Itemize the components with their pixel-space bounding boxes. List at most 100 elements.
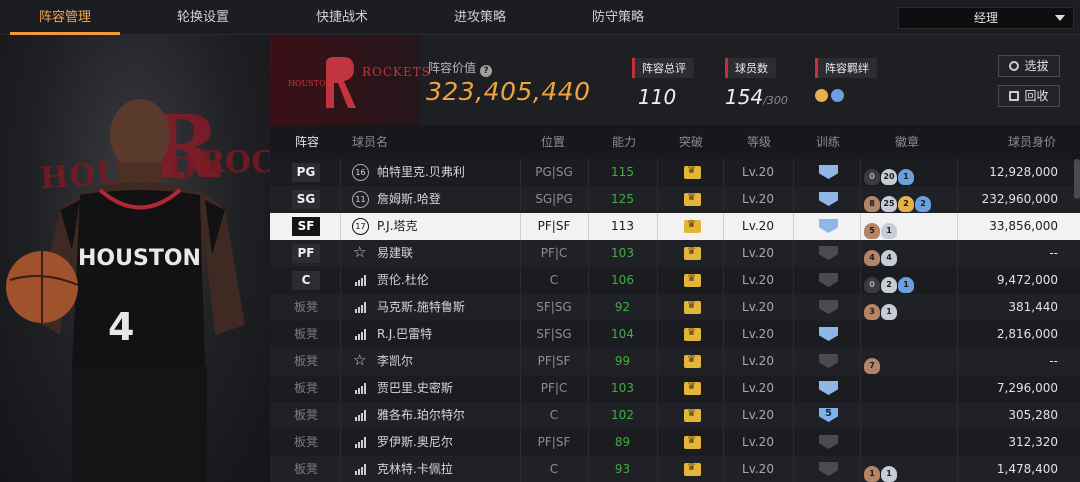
training-shield-icon[interactable] <box>819 300 838 314</box>
training-shield-icon[interactable] <box>819 273 838 287</box>
slot-position[interactable]: SF <box>292 217 320 236</box>
bond-gold-icon[interactable] <box>815 89 828 102</box>
badge-icon[interactable]: 7 <box>864 358 880 374</box>
training-shield-icon[interactable] <box>819 381 838 395</box>
training-shield-icon[interactable] <box>819 192 838 206</box>
crown-icon[interactable] <box>684 191 701 206</box>
col-level[interactable]: 等级 <box>747 125 771 159</box>
badge-icon[interactable]: 5 <box>864 223 880 239</box>
select-button-label: 选拔 <box>1024 59 1049 73</box>
crown-icon[interactable] <box>684 434 701 449</box>
player-level: Lv.20 <box>742 435 774 449</box>
table-row[interactable]: SG11詹姆斯.哈登SG|PG125Lv.2082522232,960,000 <box>270 186 1080 213</box>
crown-icon[interactable] <box>684 164 701 179</box>
badge-icon[interactable]: 25 <box>881 196 897 212</box>
training-shield-icon[interactable] <box>819 354 838 368</box>
col-name[interactable]: 球员名 <box>352 125 388 159</box>
table-row[interactable]: 板凳 马克斯.施特鲁斯 SF|SG 92 Lv.20 31 381,440 <box>270 294 1080 321</box>
badge-icon[interactable]: 2 <box>898 196 914 212</box>
select-button[interactable]: 选拔 <box>998 55 1060 77</box>
jersey-number-icon: 17 <box>352 218 369 235</box>
player-name: P.J.塔克 <box>377 219 418 233</box>
crown-icon[interactable] <box>684 461 701 476</box>
training-shield-icon[interactable] <box>819 327 838 341</box>
bond-blue-icon[interactable] <box>831 89 844 102</box>
slot-position[interactable]: PF <box>292 244 320 263</box>
badge-icon[interactable]: 1 <box>898 277 914 293</box>
badge-icon[interactable]: 4 <box>864 250 880 266</box>
training-shield-icon[interactable] <box>819 462 838 476</box>
table-row[interactable]: PF ☆ 易建联 PF|C 103 Lv.20 44 -- <box>270 240 1080 267</box>
badge-icon[interactable]: 1 <box>881 223 897 239</box>
col-badges[interactable]: 徽章 <box>895 125 919 159</box>
table-row[interactable]: 板凳 贾巴里.史密斯 PF|C 103 Lv.20 7,296,000 <box>270 375 1080 402</box>
badge-icon[interactable]: 1 <box>864 466 880 482</box>
slot-position[interactable]: C <box>292 271 320 290</box>
badge-icon[interactable]: 2 <box>915 196 931 212</box>
badge-icon[interactable]: 8 <box>864 196 880 212</box>
column-divider <box>860 294 861 321</box>
tab-lineup[interactable]: 阵容管理 <box>10 0 120 35</box>
signal-bars-icon <box>355 302 367 313</box>
crown-icon[interactable] <box>684 218 701 233</box>
col-breakthrough[interactable]: 突破 <box>679 125 703 159</box>
training-shield-icon[interactable] <box>819 219 838 233</box>
table-row[interactable]: 板凳 克林特.卡佩拉 C 93 Lv.20 11 1,478,400 <box>270 456 1080 482</box>
table-row[interactable]: 板凳 雅各布.珀尔特尔 C 102 Lv.20 5 305,280 <box>270 402 1080 429</box>
table-row[interactable]: 板凳 罗伊斯.奥尼尔 PF|SF 89 Lv.20 312,320 <box>270 429 1080 456</box>
stat-players: 球员数 154/300 <box>725 57 788 109</box>
crown-icon[interactable] <box>684 353 701 368</box>
player-worth: 381,440 <box>1008 300 1058 314</box>
table-row[interactable]: C 贾伦.杜伦 C 106 Lv.20 021 9,472,000 <box>270 267 1080 294</box>
badge-icon[interactable]: 2 <box>881 277 897 293</box>
table-row[interactable]: SF 17 P.J.塔克 PF|SF 113 Lv.20 51 33,856,000 <box>270 213 1080 240</box>
player-level: Lv.20 <box>742 381 774 395</box>
crown-icon[interactable] <box>684 407 701 422</box>
badge-icon[interactable]: 4 <box>881 250 897 266</box>
crown-icon[interactable] <box>684 326 701 341</box>
badge-icon[interactable]: 0 <box>864 169 880 185</box>
crown-icon[interactable] <box>684 380 701 395</box>
table-row[interactable]: 板凳 R.J.巴雷特 SF|SG 104 Lv.20 2,816,000 <box>270 321 1080 348</box>
crown-icon[interactable] <box>684 245 701 260</box>
col-position[interactable]: 位置 <box>541 125 565 159</box>
training-shield-icon[interactable] <box>819 435 838 449</box>
training-shield-icon[interactable]: 5 <box>819 408 838 422</box>
badge-icon[interactable]: 1 <box>881 304 897 320</box>
badge-icon[interactable]: 3 <box>864 304 880 320</box>
training-shield-icon[interactable] <box>819 165 838 179</box>
slot-position[interactable]: SG <box>292 190 320 209</box>
col-worth[interactable]: 球员身价 <box>1008 125 1056 159</box>
help-icon[interactable]: ? <box>480 65 493 77</box>
column-divider <box>793 348 794 375</box>
badge-icon[interactable]: 1 <box>881 466 897 482</box>
tab-defense[interactable]: 防守策略 <box>563 0 673 35</box>
tab-offense[interactable]: 进攻策略 <box>425 0 535 35</box>
manager-dropdown[interactable]: 经理 <box>898 7 1074 29</box>
crown-icon[interactable] <box>684 299 701 314</box>
team-logo-city: HOUSTON <box>288 79 333 88</box>
table-row[interactable]: 板凳 ☆ 李凯尔 PF|SF 99 Lv.20 7 -- <box>270 348 1080 375</box>
player-ability: 106 <box>611 273 634 287</box>
scrollbar[interactable] <box>1074 159 1080 199</box>
badge-icon[interactable]: 20 <box>881 169 897 185</box>
slot-position[interactable]: PG <box>292 163 320 182</box>
column-divider <box>957 240 958 267</box>
table-row[interactable]: PG 16 帕特里克.贝弗利 PG|SG 115 Lv.20 0201 12,928,000 <box>270 159 1080 186</box>
tab-quick-tactics[interactable]: 快捷战术 <box>287 0 397 35</box>
player-level: Lv.20 <box>742 354 774 368</box>
badge-icon[interactable]: 1 <box>898 169 914 185</box>
crown-icon[interactable] <box>684 272 701 287</box>
tab-rotation[interactable]: 轮换设置 <box>148 0 258 35</box>
star-icon: ☆ <box>353 243 367 261</box>
player-ability: 93 <box>614 462 631 476</box>
player-level: Lv.20 <box>742 462 774 476</box>
col-slot[interactable]: 阵容 <box>295 125 319 159</box>
badge-icon[interactable]: 0 <box>864 277 880 293</box>
col-training[interactable]: 训练 <box>816 125 840 159</box>
stat-rating-label: 阵容总评 <box>632 58 694 78</box>
player-level: Lv.20 <box>742 273 774 287</box>
col-ability[interactable]: 能力 <box>612 125 636 159</box>
training-shield-icon[interactable] <box>819 246 838 260</box>
recall-button[interactable]: 回收 <box>998 85 1060 107</box>
